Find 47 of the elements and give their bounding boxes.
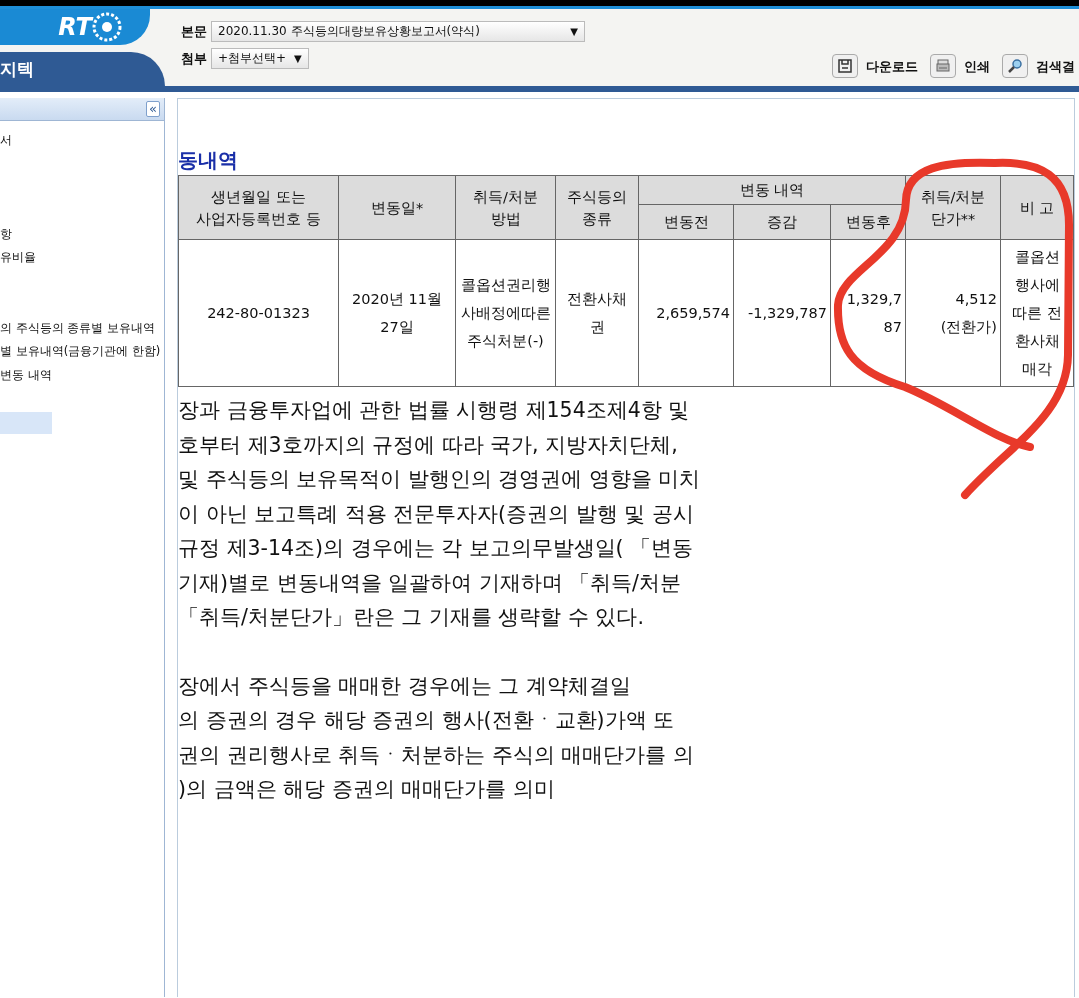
note-text: 의 증권의 경우 해당 증권의 행사(전환ㆍ교환)가액 또 <box>178 707 676 734</box>
column-header: 취득/처분 단가** <box>905 175 1001 240</box>
collapse-button[interactable]: « <box>146 101 160 117</box>
column-header: 변동일* <box>338 175 456 240</box>
logo[interactable]: RT <box>0 9 150 45</box>
logo-text: RT <box>58 13 92 41</box>
note-text: 장과 금융투자업에 관한 법률 시행령 제154조제4항 및 <box>178 397 691 424</box>
note-text: 및 주식등의 보유목적이 발행인의 경영권에 영향을 미치 <box>178 466 702 493</box>
column-header: 변동전 <box>638 204 734 240</box>
column-header: 취득/처분 방법 <box>455 175 556 240</box>
sunburst-icon <box>92 12 122 42</box>
action-link[interactable]: 검색결 <box>1036 56 1075 78</box>
note-text: 기재)별로 변동내역을 일괄하여 기재하며 「취득/처분 <box>178 569 682 597</box>
note-text: 권의 권리행사로 취득ㆍ처분하는 주식의 매매단가를 의 <box>178 741 695 769</box>
sidebar-item[interactable]: 별 보유내역(금융기관에 한함) <box>0 340 164 364</box>
printer-icon[interactable] <box>930 54 956 78</box>
note-text: 「취득/처분단가」란은 그 기재를 생략할 수 있다. <box>178 604 645 631</box>
table-cell: 콜옵션권리행 사배정에따른 주식처분(-) <box>455 239 556 387</box>
attach-label: 첨부 <box>181 49 207 68</box>
column-header: 증감 <box>733 204 831 240</box>
column-header: 변동 내역 <box>638 175 906 205</box>
action-link[interactable]: 다운로드 <box>866 56 918 78</box>
table-cell: 2020년 11월 27일 <box>338 239 456 387</box>
table-cell: -1,329,787 <box>733 239 831 387</box>
attachment-select[interactable]: +첨부선택+ ▼ <box>211 48 309 69</box>
column-header: 주식등의 종류 <box>555 175 639 240</box>
body-label: 본문 <box>181 22 207 41</box>
note-text: 호부터 제3호까지의 규정에 따라 국가, 지방자치단체, <box>178 431 679 459</box>
note-text: 이 아닌 보고특례 적용 전문투자자(증권의 발행 및 공시 <box>178 500 695 528</box>
column-header: 생년월일 또는 사업자등록번호 등 <box>178 175 339 240</box>
table-cell: 242-80-01323 <box>178 239 339 387</box>
note-text: 장에서 주식등을 매매한 경우에는 그 계약체결일 <box>178 672 632 700</box>
sidebar-item[interactable]: 변동 내역 <box>0 363 164 387</box>
sidebar-item[interactable]: 유비율 <box>0 246 164 270</box>
sidebar-item[interactable]: 항 <box>0 222 164 246</box>
table-cell: 전환사채 권 <box>555 239 639 387</box>
search-icon[interactable] <box>1002 54 1028 78</box>
save-icon[interactable] <box>832 54 858 78</box>
report-select[interactable]: 2020.11.30 주식등의대량보유상황보고서(약식) ▼ <box>211 21 585 42</box>
table-cell: 콜옵션 행사에 따른 전 환사채 매각 <box>1000 239 1074 387</box>
note-text: 규정 제3-14조)의 경우에는 각 보고의무발생일( 「변동 <box>178 535 695 562</box>
sidebar-item[interactable]: 의 주식등의 종류별 보유내역 <box>0 316 164 340</box>
action-link[interactable]: 인쇄 <box>964 56 990 78</box>
sidebar-item[interactable]: 서 <box>0 129 164 153</box>
section-title: 동내역 <box>178 147 239 174</box>
table-cell: 2,659,574 <box>638 239 734 387</box>
note-text: )의 금액은 해당 증권의 매매단가를 의미 <box>178 776 556 803</box>
